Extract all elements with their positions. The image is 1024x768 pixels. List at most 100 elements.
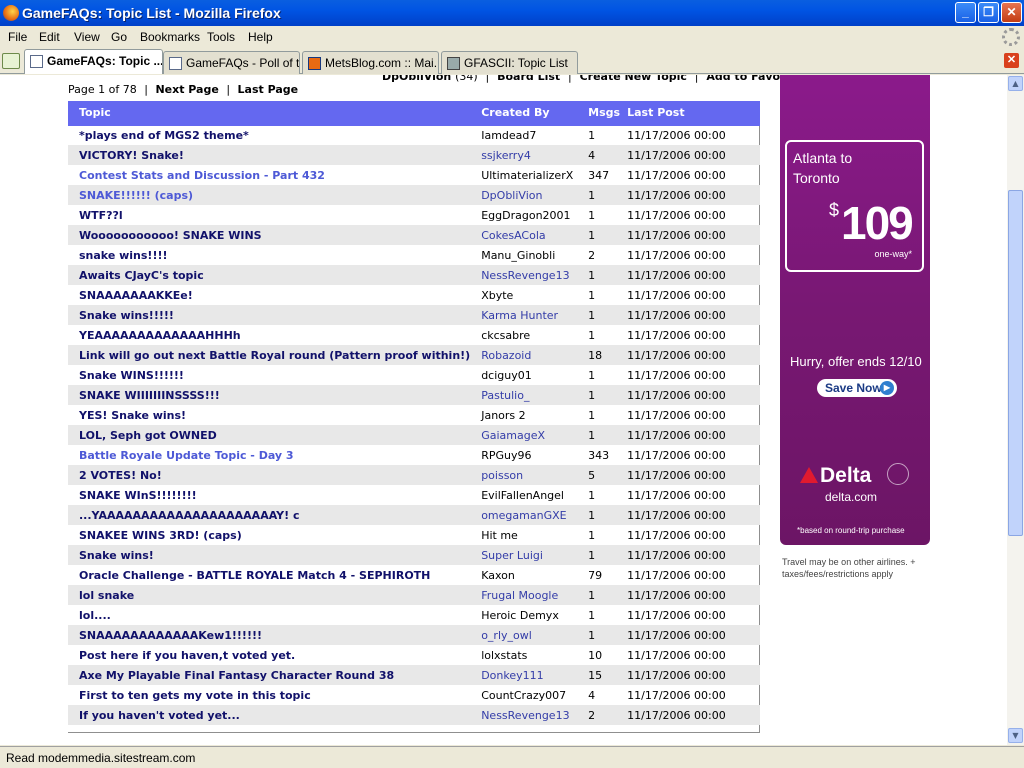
topic-link[interactable]: Wooooooooooo! SNAKE WINS (68, 225, 471, 245)
creator-link[interactable]: NessRevenge13 (470, 705, 586, 725)
creator-link[interactable]: ssjkerry4 (470, 145, 586, 165)
topic-link[interactable]: Oracle Challenge - BATTLE ROYALE Match 4… (68, 565, 470, 585)
delta-logo: Delta (800, 464, 871, 488)
creator-link[interactable]: GaiamageX (470, 425, 586, 445)
topic-link[interactable]: LOL, Seph got OWNED (68, 425, 471, 445)
delta-ad-banner[interactable]: Atlanta to Toronto $ 109 one-way* Hurry,… (780, 75, 930, 545)
creator-link[interactable]: poisson (470, 465, 586, 485)
topic-list-frame: Topic Created By Msgs Last Post *plays e… (68, 101, 760, 733)
creator-link[interactable]: Super Luigi (470, 545, 586, 565)
topic-link[interactable]: First to ten gets my vote in this topic (68, 685, 470, 705)
topic-link[interactable]: If you haven't voted yet... (68, 705, 471, 725)
topic-link[interactable]: 2 VOTES! No! (68, 465, 471, 485)
menu-tools[interactable]: Tools (207, 30, 235, 44)
menu-help[interactable]: Help (248, 30, 273, 44)
topic-link[interactable]: WTF??l (68, 205, 470, 225)
topic-link[interactable]: Contest Stats and Discussion - Part 432 (68, 165, 470, 185)
topic-link[interactable]: SNAAAAAAAAAAAAKew1!!!!!! (68, 625, 471, 645)
creator-link[interactable]: o_rly_owl (470, 625, 586, 645)
creator-link[interactable]: Xbyte (470, 285, 585, 305)
topic-link[interactable]: SNAKE WIIIIIIINSSSS!!! (68, 385, 471, 405)
user-link[interactable]: DpObliVion (382, 75, 451, 83)
topic-link[interactable]: *plays end of MGS2 theme* (68, 125, 470, 145)
board-list-link[interactable]: Board List (497, 75, 560, 83)
topic-link[interactable]: snake wins!!!! (68, 245, 470, 265)
message-count: 1 (588, 408, 596, 422)
topic-link[interactable]: lol snake (68, 585, 471, 605)
topic-link[interactable]: Awaits CJayC's topic (68, 265, 471, 285)
topic-link[interactable]: YES! Snake wins! (68, 405, 470, 425)
table-row: Snake wins!!!!! Karma Hunter 1 11/17/2006 0… (68, 305, 760, 325)
topic-link[interactable]: Axe My Playable Final Fantasy Character … (68, 665, 471, 685)
topic-link[interactable]: Link will go out next Battle Royal round… (68, 345, 471, 365)
tab-3[interactable]: MetsBlog.com :: Mai... (302, 51, 439, 74)
topic-link[interactable]: SNAKE!!!!!! (caps) (68, 185, 471, 205)
save-now-button[interactable]: Save Now ▶ (817, 379, 897, 397)
creator-link[interactable]: EggDragon2001 (470, 205, 585, 225)
menu-go[interactable]: Go (111, 30, 127, 44)
topic-link[interactable]: lol.... (68, 605, 470, 625)
tab-4[interactable]: GFASCII: Topic List (441, 51, 578, 74)
creator-link[interactable]: NessRevenge13 (470, 265, 586, 285)
topic-link[interactable]: Snake WINS!!!!!! (68, 365, 470, 385)
creator-link[interactable]: EvilFallenAngel (470, 485, 585, 505)
vertical-scrollbar[interactable]: ▲ ▼ (1007, 75, 1024, 745)
creator-link[interactable]: Iamdead7 (470, 125, 585, 145)
last-post-time: 11/17/2006 00:00 (627, 168, 726, 182)
maximize-button[interactable]: ❐ (978, 2, 999, 23)
creator-link[interactable]: Janors 2 (470, 405, 585, 425)
creator-link[interactable]: lolxstats (470, 645, 585, 665)
scroll-thumb[interactable] (1008, 190, 1023, 536)
message-count: 1 (588, 608, 596, 622)
scroll-down-icon[interactable]: ▼ (1008, 728, 1023, 743)
creator-link[interactable]: CokesACola (470, 225, 586, 245)
creator-link[interactable]: omegamanGXE (470, 505, 586, 525)
last-post-time: 11/17/2006 00:00 (627, 408, 726, 422)
close-button[interactable]: ✕ (1001, 2, 1022, 23)
topic-link[interactable]: Battle Royale Update Topic - Day 3 (68, 445, 470, 465)
topic-link[interactable]: SNAAAAAAAKKEe! (68, 285, 470, 305)
creator-link[interactable]: RPGuy96 (470, 445, 585, 465)
topic-link[interactable]: SNAKEE WINS 3RD! (caps) (68, 525, 470, 545)
tab-2[interactable]: GameFAQs - Poll of t... (163, 51, 300, 74)
karma-count: (34) (455, 75, 478, 83)
message-count: 10 (588, 648, 603, 662)
table-row: WTF??l EggDragon2001 1 11/17/2006 00:00 (68, 205, 760, 225)
creator-link[interactable]: Manu_Ginobli (470, 245, 585, 265)
next-page-link[interactable]: Next Page (155, 83, 218, 96)
topic-link[interactable]: SNAKE WInS!!!!!!!! (68, 485, 470, 505)
topic-link[interactable]: Post here if you haven,t voted yet. (68, 645, 470, 665)
creator-link[interactable]: Robazoid (470, 345, 586, 365)
message-count: 1 (585, 305, 628, 325)
creator-link[interactable]: dciguy01 (470, 365, 585, 385)
close-tab-icon[interactable]: ✕ (1004, 53, 1019, 68)
creator-link[interactable]: Frugal Moogle (470, 585, 586, 605)
creator-link[interactable]: Pastulio_ (470, 385, 586, 405)
topic-link[interactable]: ...YAAAAAAAAAAAAAAAAAAAAAY! c (68, 505, 471, 525)
creator-link[interactable]: Donkey111 (470, 665, 586, 685)
creator-link[interactable]: UltimaterializerX (470, 165, 585, 185)
minimize-button[interactable]: _ (955, 2, 976, 23)
menu-view[interactable]: View (74, 30, 100, 44)
topic-link[interactable]: VICTORY! Snake! (68, 145, 471, 165)
menu-file[interactable]: File (8, 30, 27, 44)
tab-1[interactable]: GameFAQs: Topic ... (24, 49, 163, 74)
create-topic-link[interactable]: Create New Topic (580, 75, 687, 83)
topic-link[interactable]: Snake wins! (68, 545, 471, 565)
new-tab-icon[interactable] (2, 53, 20, 69)
creator-link[interactable]: CountCrazy007 (470, 685, 585, 705)
creator-link[interactable]: ckcsabre (470, 325, 585, 345)
topic-link[interactable]: YEAAAAAAAAAAAAAHHHh (68, 325, 470, 345)
creator-link[interactable]: Karma Hunter (470, 305, 586, 325)
last-page-link[interactable]: Last Page (238, 83, 299, 96)
creator-link[interactable]: Hit me (470, 525, 585, 545)
message-count: 1 (588, 208, 596, 222)
creator-link[interactable]: Heroic Demyx (470, 605, 585, 625)
topic-link[interactable]: Snake wins!!!!! (68, 305, 471, 325)
creator-link[interactable]: DpObliVion (470, 185, 586, 205)
menu-bookmarks[interactable]: Bookmarks (140, 30, 200, 44)
menu-edit[interactable]: Edit (39, 30, 60, 44)
creator-link[interactable]: Kaxon (470, 565, 585, 585)
scroll-up-icon[interactable]: ▲ (1008, 76, 1023, 91)
last-post-time: 11/17/2006 00:00 (627, 265, 760, 285)
